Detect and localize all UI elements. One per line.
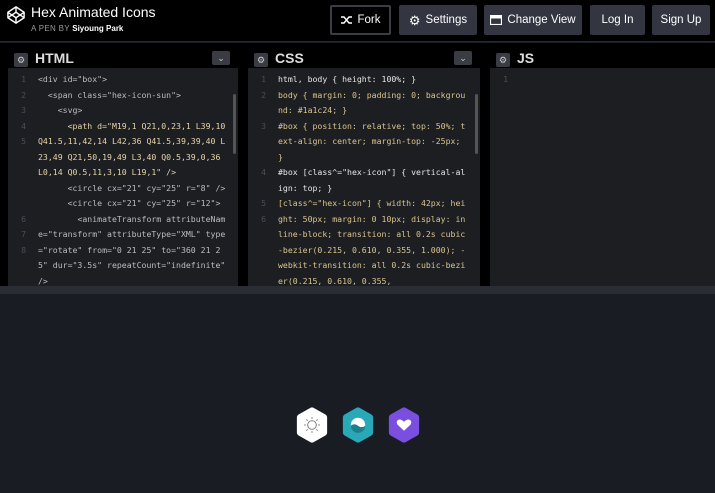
fork-icon bbox=[340, 16, 352, 24]
line-number: 5 bbox=[21, 136, 26, 146]
code-line: body { margin: 0; padding: 0; background… bbox=[278, 89, 466, 116]
settings-button[interactable]: ⚙ Settings bbox=[399, 5, 477, 35]
line-number: 4 bbox=[21, 120, 26, 131]
code-line: html, body { height: 100%; } bbox=[278, 74, 417, 84]
html-code-editor[interactable]: 1 2 3 4 5 6 7 8 <div id="box"> <span cla… bbox=[8, 68, 238, 286]
html-settings-gear-icon[interactable]: ⚙ bbox=[14, 53, 28, 67]
css-panel-header: ⚙ CSS ⌄ bbox=[248, 47, 480, 68]
js-panel-title: JS bbox=[517, 50, 535, 66]
js-editor-panel: ⚙ JS 1 bbox=[490, 47, 715, 286]
line-number: 2 bbox=[21, 89, 26, 100]
signup-label: Sign Up bbox=[660, 14, 702, 26]
author-link[interactable]: Siyoung Park bbox=[72, 24, 123, 33]
gear-icon: ⚙ bbox=[408, 12, 421, 28]
code-line: <circle cx="21" cy="25" r="8" /> bbox=[38, 182, 226, 193]
html-line-gutter: 1 2 3 4 5 6 7 8 bbox=[8, 72, 30, 258]
line-number: 3 bbox=[21, 105, 26, 115]
line-number: 8 bbox=[21, 244, 26, 255]
css-line-gutter: 1 2 3 4 5 6 bbox=[261, 74, 266, 224]
html-scrollbar[interactable] bbox=[233, 94, 236, 154]
css-scrollbar[interactable] bbox=[475, 94, 478, 154]
css-code-editor[interactable]: 1 2 3 4 5 6 html, body { height: 100%; }… bbox=[248, 68, 480, 286]
signup-button[interactable]: Sign Up bbox=[652, 5, 710, 35]
line-number: 1 bbox=[21, 74, 26, 84]
top-header: Hex Animated Icons A PEN BY Siyoung Park… bbox=[0, 0, 715, 42]
js-settings-gear-icon[interactable]: ⚙ bbox=[496, 53, 510, 67]
code-line: [class^="hex-icon"] { width: 42px; heigh… bbox=[278, 198, 466, 286]
code-line: #box { position: relative; top: 50%; tex… bbox=[278, 120, 466, 162]
result-preview bbox=[0, 294, 715, 493]
js-panel-header: ⚙ JS bbox=[490, 47, 715, 68]
fork-button[interactable]: Fork bbox=[330, 5, 391, 35]
code-line: <circle cx="21" cy="25" r="12"> bbox=[38, 198, 221, 208]
code-line: <div id="box"> bbox=[38, 74, 108, 84]
editor-area: ⚙ HTML ⌄ 1 2 3 4 5 6 7 8 <div id="box"> … bbox=[0, 43, 715, 286]
js-code-editor[interactable]: 1 bbox=[490, 68, 715, 286]
js-line-gutter: 1 bbox=[490, 72, 512, 88]
login-button[interactable]: Log In bbox=[590, 5, 645, 35]
change-view-button[interactable]: Change View bbox=[484, 5, 582, 35]
code-line: <animateTransform attributeName="transfo… bbox=[38, 213, 231, 286]
code-line: #box [class^="hex-icon"] { vertical-alig… bbox=[278, 167, 466, 193]
hex-wave-icon[interactable] bbox=[342, 407, 374, 443]
resize-divider[interactable] bbox=[0, 286, 715, 294]
code-line: <svg> bbox=[38, 105, 83, 115]
codepen-logo-icon[interactable] bbox=[7, 6, 25, 24]
html-chevron-down-icon[interactable]: ⌄ bbox=[212, 51, 230, 65]
line-number: 6 bbox=[21, 213, 26, 224]
html-editor-panel: ⚙ HTML ⌄ 1 2 3 4 5 6 7 8 <div id="box"> … bbox=[8, 47, 238, 286]
hex-sun-icon[interactable] bbox=[296, 407, 328, 443]
html-panel-header: ⚙ HTML ⌄ bbox=[8, 47, 238, 68]
change-view-label: Change View bbox=[507, 14, 576, 26]
line-number: 7 bbox=[21, 229, 26, 239]
pen-byline: A PEN BY Siyoung Park bbox=[31, 24, 123, 33]
code-line: <span class="hex-icon-sun"> bbox=[38, 89, 181, 100]
css-code-lines: html, body { height: 100%; } body { marg… bbox=[278, 72, 470, 286]
css-panel-title: CSS bbox=[275, 50, 304, 66]
html-code-lines: <div id="box"> <span class="hex-icon-sun… bbox=[38, 72, 228, 286]
line-number: 1 bbox=[503, 74, 508, 84]
fork-label: Fork bbox=[357, 14, 381, 26]
hex-heart-icon[interactable] bbox=[388, 407, 420, 443]
settings-label: Settings bbox=[425, 14, 468, 26]
css-editor-panel: ⚙ CSS ⌄ 1 2 3 4 5 6 html, body { height:… bbox=[248, 47, 480, 286]
html-panel-title: HTML bbox=[35, 50, 74, 66]
byline-prefix: A PEN BY bbox=[31, 24, 70, 33]
pen-title: Hex Animated Icons bbox=[31, 4, 156, 20]
code-line: <path d="M19,1 Q21,0,23,1 L39,10 Q41.5,1… bbox=[38, 120, 231, 178]
css-settings-gear-icon[interactable]: ⚙ bbox=[254, 53, 268, 67]
login-label: Log In bbox=[601, 14, 634, 26]
css-chevron-down-icon[interactable]: ⌄ bbox=[454, 51, 472, 65]
layout-icon bbox=[490, 15, 503, 25]
